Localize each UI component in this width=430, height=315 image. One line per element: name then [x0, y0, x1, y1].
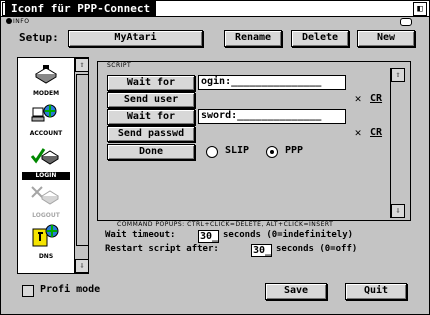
wait-timeout-suffix: seconds (0=indefinitely) — [223, 230, 354, 240]
new-button[interactable]: New — [357, 30, 415, 47]
command-popups-hint: COMMAND POPUPS: CTRL+CLICK=DELETE, ALT+C… — [117, 221, 334, 228]
cr-checkbox-2[interactable]: ✕ — [353, 127, 363, 138]
sidebar-item-account[interactable]: ACCOUNT — [18, 102, 74, 142]
script-scrollbar[interactable]: ⇧ ⇩ — [390, 68, 405, 218]
slip-radio[interactable] — [206, 146, 218, 158]
sidebar-item-label: ACCOUNT — [29, 130, 63, 137]
wait-timeout-input[interactable]: 30_ — [198, 230, 219, 243]
cr-label-1: CR — [370, 93, 383, 104]
quit-button[interactable]: Quit — [345, 283, 407, 300]
sidebar-item-login[interactable]: LOGIN — [18, 144, 74, 184]
info-label: INFO — [13, 18, 30, 25]
scroll-thumb[interactable] — [76, 74, 89, 246]
wait-text-input-1[interactable]: ogin:_______________ — [198, 75, 346, 90]
sidebar-item-logout[interactable]: LOGOUT — [18, 184, 74, 224]
restart-suffix: seconds (0=off) — [276, 244, 358, 254]
scroll-up-icon[interactable]: ⇧ — [75, 58, 89, 72]
sidebar-item-label: LOGIN — [22, 172, 70, 180]
script-section-label: SCRIPT — [107, 62, 132, 69]
sidebar-item-label: MODEM — [32, 90, 60, 97]
fuller-icon[interactable]: ◧ — [413, 2, 427, 16]
save-button[interactable]: Save — [265, 283, 327, 300]
setup-label: Setup: — [19, 31, 59, 44]
info-icon[interactable] — [6, 18, 12, 24]
login-icon — [30, 148, 59, 165]
window-title: Iconf für PPP-Connect — [5, 1, 157, 16]
rename-button[interactable]: Rename — [224, 30, 282, 47]
wait-for-button-2[interactable]: Wait for — [107, 109, 195, 125]
wait-timeout-label: Wait timeout: — [105, 230, 176, 240]
send-passwd-button[interactable]: Send passwd — [107, 126, 195, 142]
ppp-label: PPP — [285, 145, 304, 156]
modem-icon — [35, 65, 57, 84]
sidebar-item-label: LOGOUT — [32, 212, 60, 219]
cr-label-2: CR — [370, 127, 383, 138]
cr-checkbox-1[interactable]: ✕ — [353, 93, 363, 104]
sidebar-item-modem[interactable]: MODEM — [18, 64, 74, 104]
setup-popup[interactable]: MyAtari — [68, 30, 203, 47]
delete-button[interactable]: Delete — [291, 30, 349, 47]
title-bar[interactable]: Iconf für PPP-Connect ◧ — [1, 1, 429, 17]
category-list[interactable]: MODEM ACCOUNT LOGIN LOGOUT DNS — [17, 57, 75, 274]
dns-icon — [32, 224, 59, 247]
logout-icon — [31, 186, 59, 205]
sidebar-scrollbar[interactable]: ⇧ ⇩ — [74, 57, 89, 274]
main-window: Iconf für PPP-Connect ◧ INFO Setup: MyAt… — [0, 0, 430, 315]
help-icon[interactable] — [400, 18, 412, 26]
profi-mode-label: Profi mode — [40, 284, 101, 295]
script-scroll-down-icon[interactable]: ⇩ — [391, 204, 405, 218]
wait-text-input-2[interactable]: sword:______________ — [198, 109, 346, 124]
send-user-button[interactable]: Send user — [107, 92, 195, 108]
slip-label: SLIP — [225, 145, 250, 156]
sidebar-item-label: DNS — [38, 253, 54, 260]
sidebar-item-dns[interactable]: DNS — [18, 224, 74, 264]
done-button[interactable]: Done — [107, 144, 195, 160]
restart-label: Restart script after: — [105, 244, 219, 254]
script-scroll-up-icon[interactable]: ⇧ — [391, 68, 405, 82]
restart-input[interactable]: 30_ — [251, 244, 272, 257]
profi-mode-checkbox[interactable] — [22, 285, 34, 297]
ppp-radio[interactable] — [266, 146, 278, 158]
account-icon — [31, 104, 57, 122]
wait-for-button-1[interactable]: Wait for — [107, 75, 195, 91]
scroll-down-icon[interactable]: ⇩ — [75, 259, 89, 273]
